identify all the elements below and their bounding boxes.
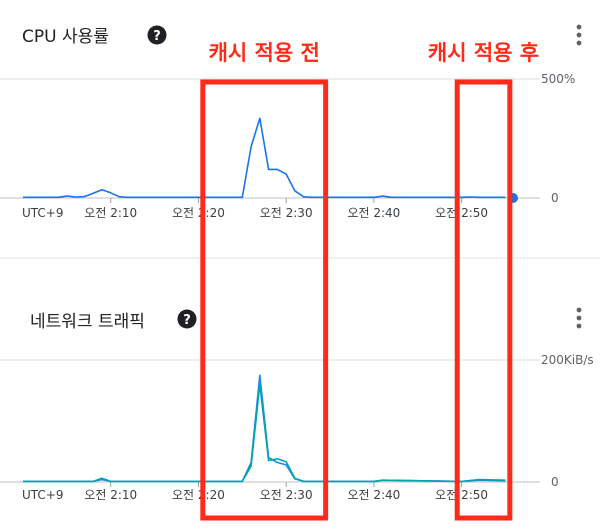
y-max-label: 200KiB/s	[541, 353, 594, 367]
series-line-0	[23, 117, 506, 199]
svg-text:?: ?	[183, 313, 191, 328]
cpu-panel-title: CPU 사용률	[22, 27, 109, 47]
x-tick-label: 오전 2:30	[260, 488, 313, 502]
help-icon[interactable]: ?	[147, 25, 167, 45]
x-tick-label: 오전 2:20	[172, 488, 225, 502]
annotation-label-1: 캐시 적용 후	[428, 41, 539, 65]
y-zero-label: 0	[551, 475, 559, 489]
x-tick-label: 오전 2:30	[260, 206, 313, 220]
svg-text:?: ?	[153, 29, 161, 44]
x-tick-label: 오전 2:20	[172, 206, 225, 220]
y-max-label: 500%	[541, 72, 575, 86]
annotation-label-0: 캐시 적용 전	[209, 41, 320, 65]
x-tick-label: 오전 2:10	[84, 488, 137, 502]
more-vert-icon[interactable]	[576, 24, 582, 46]
y-zero-label: 0	[551, 191, 559, 205]
series-line-1	[23, 383, 506, 483]
x-tick-label: 오전 2:10	[84, 206, 137, 220]
x-tick-label: 오전 2:50	[435, 488, 488, 502]
network-chart: 200KiB/s 0 UTC+9 오전 2:10 오전 2:20 오전 2:30 오전 2:…	[0, 353, 594, 502]
x-tick-label: 오전 2:40	[347, 488, 400, 502]
more-vert-icon[interactable]	[576, 307, 582, 329]
x-tick-label: UTC+9	[22, 206, 63, 220]
cpu-chart: 500% 0 UTC+9 오전 2:10 오전 2:20 오전 2:30 오전 2:40 오전…	[0, 72, 575, 220]
help-icon[interactable]: ?	[177, 309, 197, 329]
network-panel: 네트워크 트래픽 ? 200KiB/s 0 UTC+9 오전 2:10 오전 2:20 오…	[0, 307, 594, 502]
monitoring-dashboard: CPU 사용률 ? 500% 0 UTC+9 오전 2:10 오전 2:20 오전 2:3…	[0, 24, 600, 521]
x-tick-label: UTC+9	[22, 488, 63, 502]
x-tick-label: 오전 2:50	[435, 206, 488, 220]
x-tick-label: 오전 2:40	[347, 206, 400, 220]
network-panel-title: 네트워크 트래픽	[30, 312, 145, 332]
annotation-box-1	[454, 79, 513, 521]
